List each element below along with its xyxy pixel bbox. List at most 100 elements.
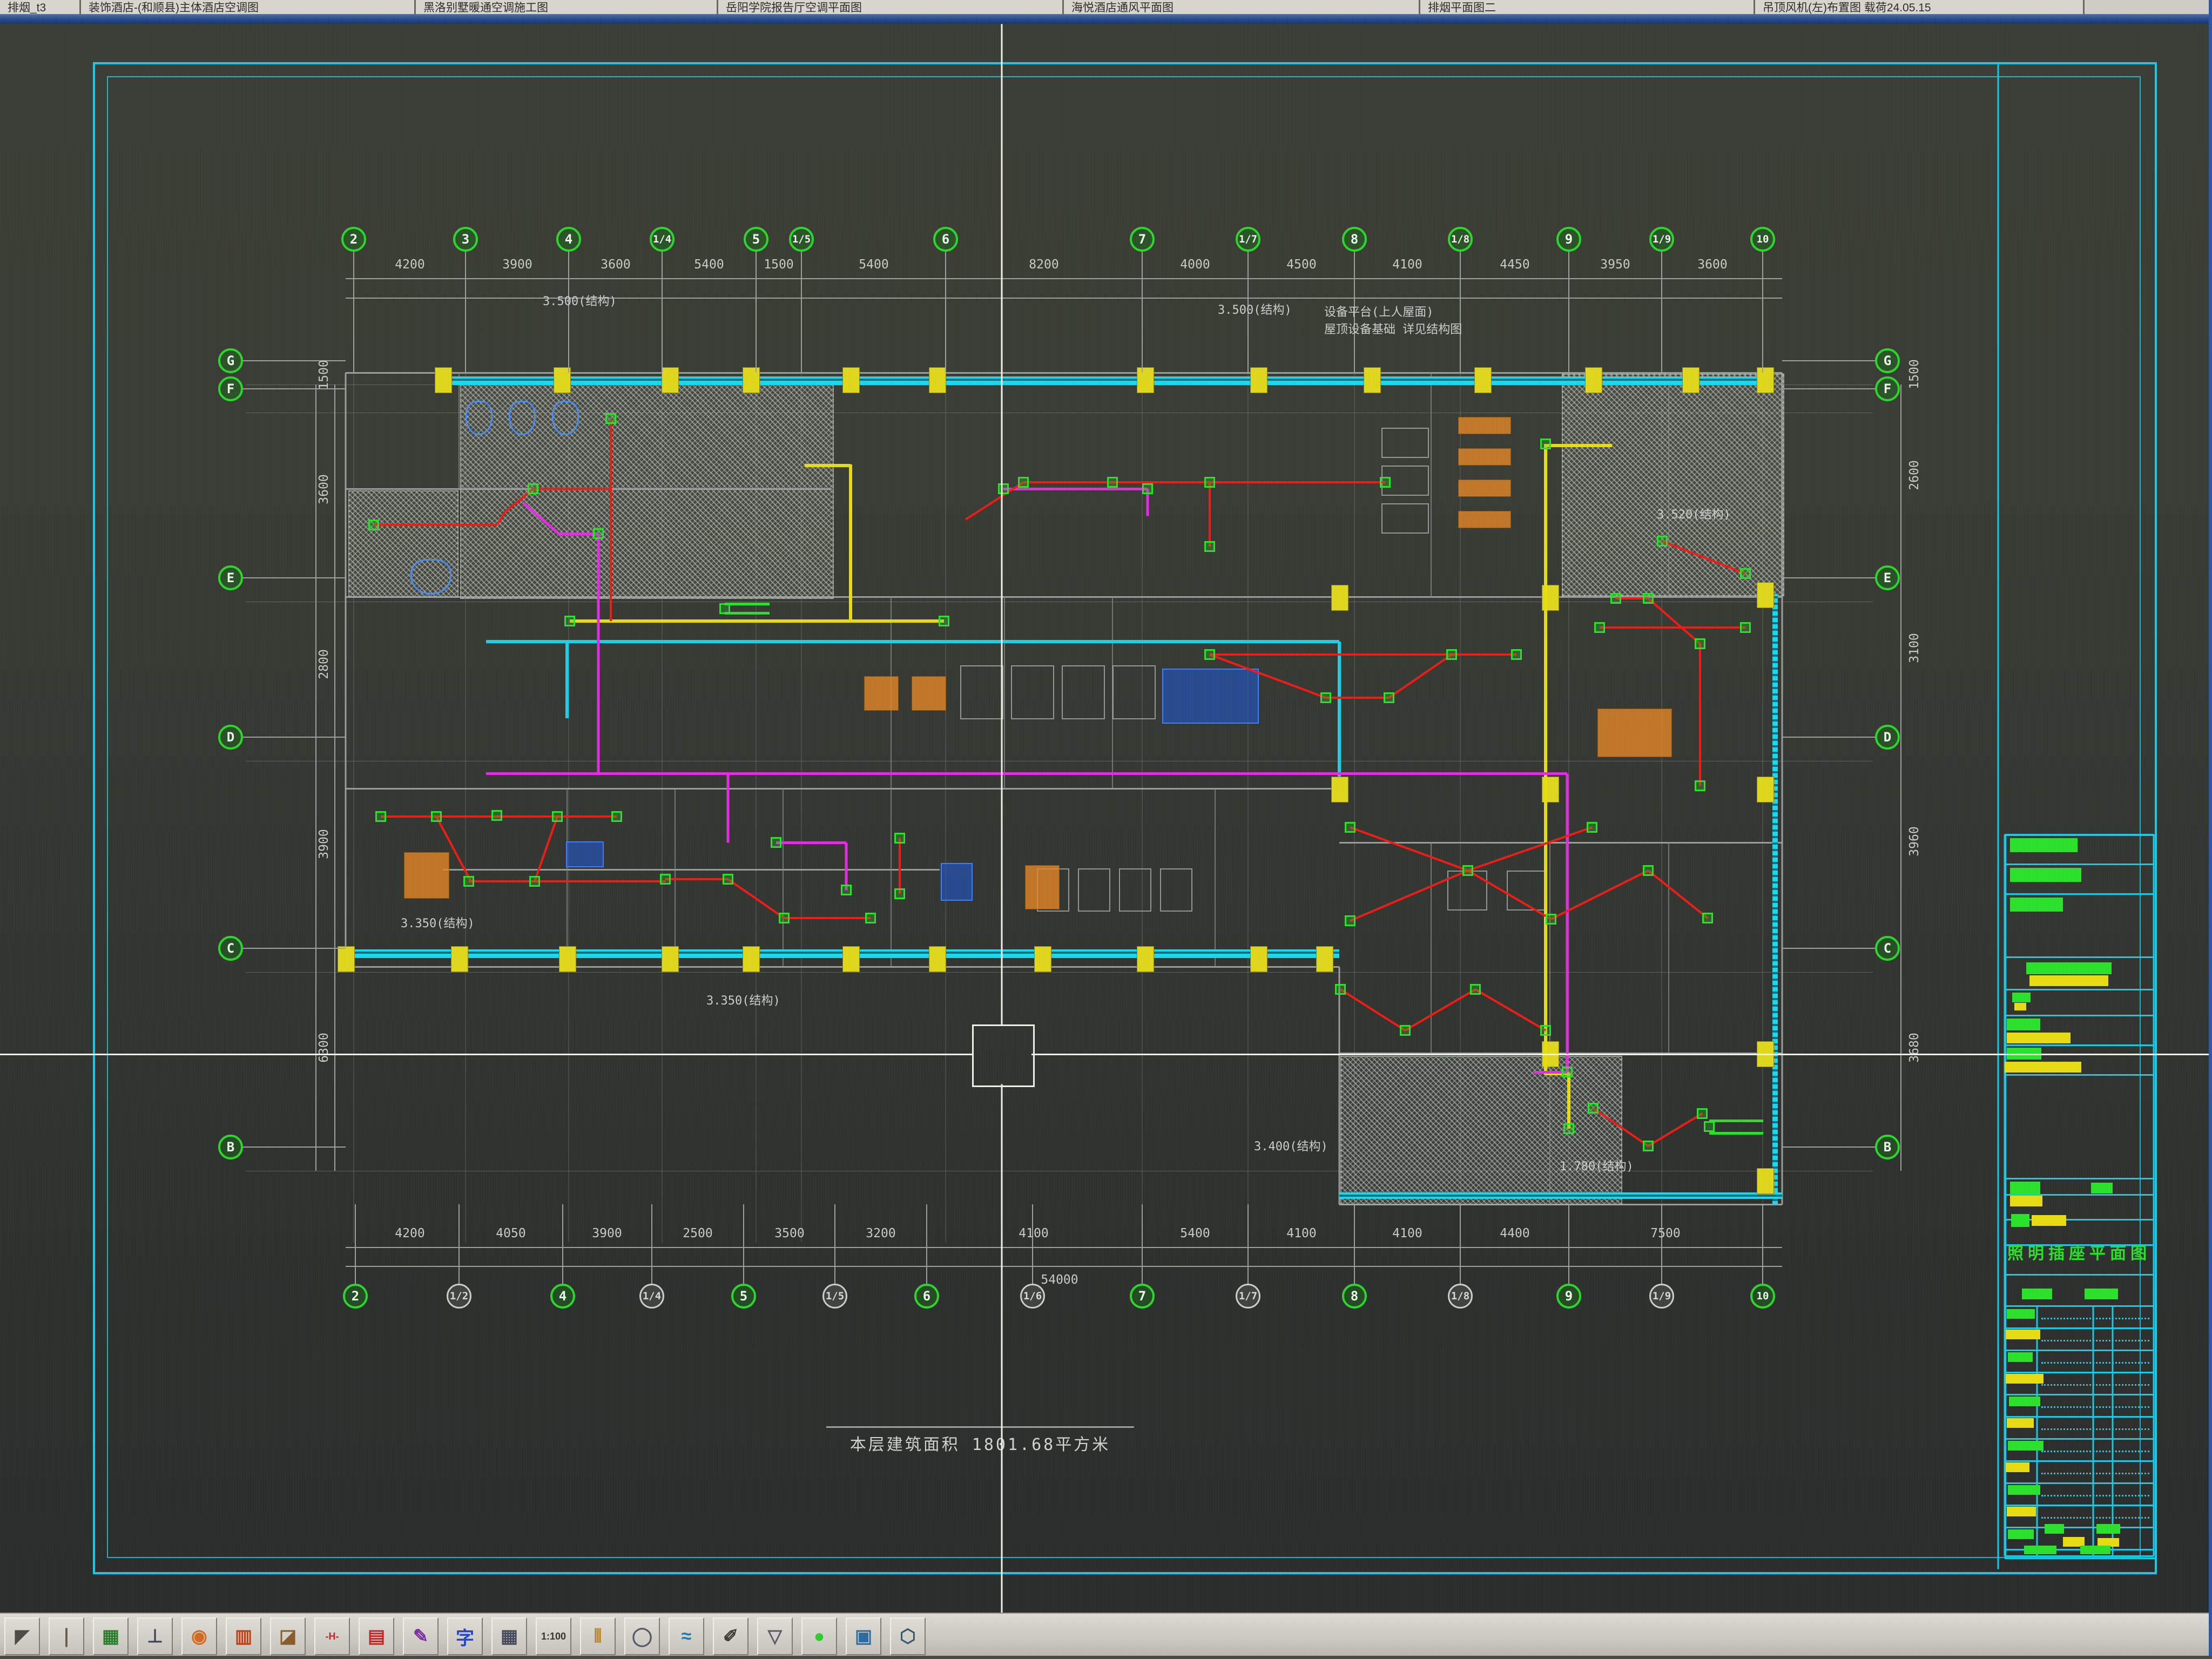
wire-yellow [1544,444,1547,1075]
file-tab-3[interactable]: 岳阳学院报告厅空调平面图 [718,0,1064,14]
wall-line [443,869,940,871]
pointer-icon[interactable]: ◤ [4,1617,40,1655]
wall-line [1782,373,1783,1204]
dim-bottom: 4050 [496,1226,525,1240]
grid-bubble-bottom: 1/7 [1236,1284,1260,1309]
titleblock-divider [1998,64,1999,1569]
wire-red [665,878,728,880]
file-tab-0[interactable]: 排烟_t3 [0,0,81,14]
device-node [1740,568,1751,579]
filter-funnel-icon[interactable]: ▽ [757,1617,793,1655]
legend-row-line [2005,1416,2154,1418]
sphere-3d-icon[interactable]: ⬡ [890,1617,926,1655]
column [1364,367,1381,393]
wall-line [1339,1204,1782,1205]
grid-bubble-bottom: 1/2 [447,1284,471,1309]
device-node [1643,593,1654,604]
legend-bar-green [2085,1289,2118,1299]
legend-row-line [2005,1394,2154,1395]
legend-row-line [2005,1178,2154,1179]
device-node [1462,865,1473,876]
scale-1-100-icon[interactable]: 1:100 [536,1617,571,1655]
text-tool-icon[interactable]: 字 [447,1617,483,1655]
dim-top: 5400 [859,258,888,272]
device-node [1657,536,1668,547]
dim-top: 4000 [1180,258,1210,272]
plan-note: 3.400(结构) [1254,1137,1328,1154]
dim-top: 5400 [694,258,724,272]
device-node [552,811,563,822]
legend-dotted-row [2041,1318,2149,1319]
cad-canvas[interactable]: 2341/451/5671/781/891/91021/241/451/561/… [0,24,2212,1613]
grid-table-icon[interactable]: ▦ [93,1617,129,1655]
legend-row-line [2005,1460,2154,1462]
bubble-leader [1782,1147,1875,1148]
legend-row-line [2005,1305,2154,1307]
file-tab-6[interactable]: 吊顶风机(左)布置图 载荷24.05.15 [1755,0,2085,14]
cube-3d-icon[interactable]: ▣ [846,1617,881,1655]
legend-dotted-row [2041,1406,2149,1408]
floor-plan-layer: 2341/451/5671/781/891/91021/241/451/561/… [0,24,2212,1613]
bubble-leader [801,252,802,373]
wire-red [899,838,901,894]
wall-tool-icon[interactable]: -H- [314,1617,350,1655]
wire-green [1709,1132,1763,1135]
bubble-leader [743,1204,744,1284]
bubble-leader [1142,252,1143,373]
hatch-area [1562,374,1784,596]
column [1137,367,1154,393]
dim-top: 4200 [395,258,424,272]
slope-triangle-icon[interactable]: ◪ [270,1617,306,1655]
window-right-border [2209,0,2212,1659]
green-sphere-icon[interactable]: ● [801,1617,837,1655]
table2-icon[interactable]: ▦ [491,1617,527,1655]
legend-bar-green [2007,1309,2035,1319]
wire-red [1699,644,1701,786]
terrain-wave-icon[interactable]: ≈ [669,1617,704,1655]
plan-note: 设备平台(上人屋面) [1324,302,1434,320]
hatch-area [1340,1056,1622,1205]
file-tab-5[interactable]: 排烟平面图二 [1420,0,1755,14]
legend-row-line [2005,1327,2154,1329]
cursor-pickbox[interactable] [972,1024,1035,1087]
bubble-leader [1661,252,1662,373]
file-tabbar: 排烟_t3装饰酒店-(和顺县)主体酒店空调图黑洛别墅暖通空调施工图岳阳学院报告厅… [0,0,2212,14]
column [1474,367,1492,393]
grid-bubble-top: 6 [933,227,958,252]
pencil-grid-icon[interactable]: ✐ [713,1617,748,1655]
grid-bubble-right: D [1875,725,1900,750]
column [435,367,452,393]
file-tab-1[interactable]: 装饰酒店-(和顺县)主体酒店空调图 [81,0,416,14]
device-node [1594,622,1605,633]
device-node [375,811,386,822]
bubble-leader [756,252,757,373]
node-circle-icon[interactable]: ◯ [624,1617,660,1655]
wire-magenta [1003,488,1148,490]
columns-icon[interactable]: ⫴ [580,1617,616,1655]
file-tab-4[interactable]: 海悦酒店通风平面图 [1064,0,1420,14]
column-pattern-icon[interactable]: ▥ [226,1617,261,1655]
dots-tool-icon[interactable]: ◉ [181,1617,217,1655]
bubble-leader [243,948,346,949]
axis-dimension-icon[interactable]: ⊥ [137,1617,173,1655]
bubble-leader [834,1204,835,1284]
file-tab-2[interactable]: 黑洛别墅暖通空调施工图 [416,0,718,14]
crosshair-vertical [1001,1084,1003,1613]
axis-grid-icon[interactable]: ▤ [359,1617,394,1655]
device-node [1470,984,1481,995]
partition-line [1668,373,1669,597]
legend-bar-green [2008,1529,2034,1539]
wire-yellow [1567,1074,1570,1129]
bubble-leader [1782,388,1875,389]
color-pens-icon[interactable]: ✎ [403,1617,439,1655]
device-node [1384,692,1394,703]
dim-top: 4100 [1392,258,1422,272]
bubble-leader [1762,1204,1763,1284]
column [1250,946,1267,972]
device-node [611,811,622,822]
equipment-orange [864,676,899,711]
device-node [463,876,474,887]
legend-row-line [2005,1527,2154,1528]
column [1316,946,1333,972]
divider-line-icon[interactable]: ❘ [49,1617,84,1655]
